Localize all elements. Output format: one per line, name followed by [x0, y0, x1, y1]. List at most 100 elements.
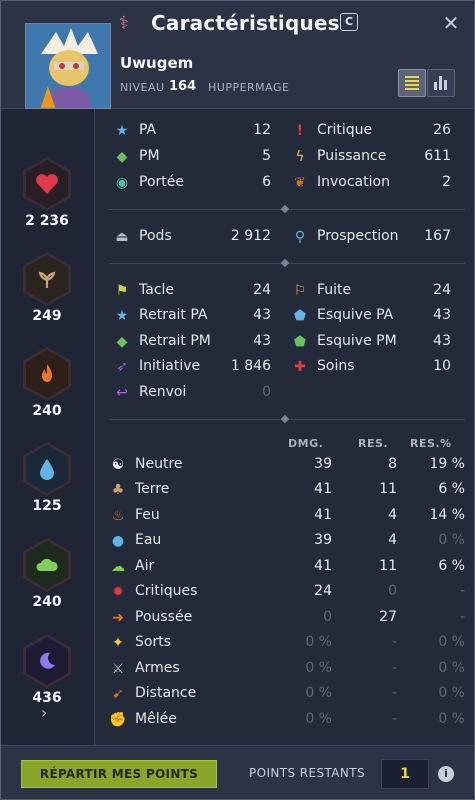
exclamation-icon: ! — [296, 123, 304, 139]
table-row: ➹ Distance 0 % - 0 % — [109, 684, 465, 706]
stat-row: ! Critique 26 — [291, 121, 451, 143]
lightning-icon: ϟ — [295, 149, 305, 165]
reflect-icon: ↩ — [116, 385, 128, 401]
heal-cross-icon: ✚ — [294, 359, 306, 375]
cloud-icon: ☁ — [111, 559, 125, 575]
footer-bar: RÉPARTIR MES POINTS POINTS RESTANTS 1 i — [1, 745, 474, 799]
fist-icon: ✊ — [109, 712, 127, 728]
divider — [109, 414, 465, 424]
sword-icon: ⚔ — [111, 661, 125, 677]
flame-icon: ♨ — [111, 508, 125, 524]
table-row: ☯ Neutre 39 8 19 % — [109, 455, 465, 477]
stat-row: ◆ PM 5 — [113, 147, 271, 169]
weight-icon: ⏏ — [115, 229, 129, 245]
heart-icon — [36, 174, 58, 194]
stat-row: ❦ Invocation 2 — [291, 173, 451, 195]
stats-panel: ★ PA 12 ◆ PM 5 ◉ Portée 6 ! Critique 26 … — [97, 109, 474, 745]
points-remaining-label: POINTS RESTANTS — [249, 766, 366, 780]
stat-row: ⚲ Prospection 167 — [291, 227, 451, 249]
element-value: 125 — [32, 498, 62, 514]
divider — [109, 258, 465, 268]
table-row: ♨ Feu 41 4 14 % — [109, 506, 465, 528]
level-label: NIVEAU — [120, 81, 165, 94]
stat-row: ✚ Soins 10 — [291, 357, 451, 379]
stat-row: ◆ Retrait PM 43 — [113, 332, 271, 354]
element-water[interactable]: 125 — [23, 442, 73, 514]
list-lines-icon — [405, 76, 419, 90]
moon-icon — [40, 652, 55, 669]
stat-row: ➶ Initiative 1 846 — [113, 357, 271, 379]
sprout-icon: ♣ — [111, 482, 125, 498]
element-value: 2 236 — [25, 213, 69, 229]
stat-row: ⚐ Fuite 24 — [291, 281, 451, 303]
divider — [109, 204, 465, 214]
table-row: ⚔ Armes 0 % - 0 % — [109, 659, 465, 681]
element-chance[interactable]: 436 — [23, 634, 73, 706]
arrow-right-icon: ➜ — [112, 610, 124, 626]
table-row: ✊ Mêlée 0 % - 0 % — [109, 711, 465, 728]
column-header-dmg: DMG. — [288, 437, 324, 450]
magnifier-icon: ⚲ — [294, 229, 306, 245]
table-row: ➜ Poussée 0 27 - — [109, 608, 465, 630]
sparkle-icon: ✦ — [112, 635, 124, 651]
eye-icon: ◉ — [115, 175, 129, 191]
points-remaining-value: 1 — [381, 759, 429, 789]
flame-icon — [42, 364, 52, 382]
distribute-points-button[interactable]: RÉPARTIR MES POINTS — [21, 760, 217, 788]
characteristics-icon: ⚕ — [119, 13, 129, 34]
table-row: ✦ Sorts 0 % - 0 % — [109, 633, 465, 655]
droplet-icon — [40, 459, 54, 480]
element-vitality[interactable]: 2 236 — [23, 157, 73, 229]
star-icon: ★ — [115, 123, 129, 139]
stat-row: ★ PA 12 — [113, 121, 271, 143]
stat-row: ⏏ Pods 2 912 — [113, 227, 271, 249]
close-icon[interactable]: ✕ — [441, 11, 461, 35]
table-row: ♣ Terre 41 11 6 % — [109, 480, 465, 502]
table-row: ✹ Critiques 24 0 - — [109, 582, 465, 604]
ap-reduction-icon: ★ — [115, 308, 129, 324]
stat-row: ★ Retrait PA 43 — [113, 306, 271, 328]
column-header-res-pct: RES.% — [410, 437, 452, 450]
ap-parry-icon: ⬟ — [293, 308, 307, 324]
stat-row: ⬟ Esquive PA 43 — [291, 306, 451, 328]
level-value: 164 — [169, 79, 197, 94]
stat-row: ⚑ Tacle 24 — [113, 281, 271, 303]
info-icon[interactable]: i — [438, 766, 454, 782]
shortcut-key-badge: C — [340, 13, 358, 31]
element-sidebar: 2 236 249 240 125 240 436 › — [1, 109, 95, 745]
table-row: ● Eau 39 4 0 % — [109, 531, 465, 553]
element-fire[interactable]: 240 — [23, 347, 73, 419]
diamond-icon: ◆ — [116, 149, 128, 165]
window-title: Caractéristiques — [151, 11, 340, 35]
stat-row: ⬟ Esquive PM 43 — [291, 332, 451, 354]
class-name: HUPPERMAGE — [208, 81, 290, 94]
paw-icon: ❦ — [294, 175, 306, 191]
element-value: 240 — [32, 403, 62, 419]
initiative-icon: ➶ — [116, 359, 128, 375]
character-name: Uwugem — [120, 54, 194, 72]
mp-parry-icon: ⬟ — [293, 334, 307, 350]
list-view-button[interactable] — [398, 69, 426, 97]
element-value: 240 — [32, 594, 62, 610]
chevron-right-icon[interactable]: › — [41, 703, 47, 722]
mp-reduction-icon: ◆ — [116, 334, 128, 350]
stat-row: ◉ Portée 6 — [113, 173, 271, 195]
crit-damage-icon: ✹ — [112, 584, 124, 600]
tackle-icon: ⚑ — [115, 283, 129, 299]
bar-chart-icon — [434, 76, 447, 90]
cloud-icon — [36, 558, 58, 571]
characteristics-window: ⚕ Caractéristiques C ✕ Uwugem NIVEAU 164… — [0, 0, 475, 800]
element-value: 249 — [32, 308, 62, 324]
bow-icon: ➹ — [112, 686, 124, 702]
sprout-icon — [38, 271, 56, 288]
column-header-res: RES. — [358, 437, 389, 450]
element-air[interactable]: 240 — [23, 538, 73, 610]
stat-row: ↩ Renvoi 0 — [113, 383, 271, 405]
yin-yang-icon: ☯ — [111, 457, 125, 473]
table-row: ☁ Air 41 11 6 % — [111, 558, 465, 575]
dodge-icon: ⚐ — [293, 283, 307, 299]
stat-row: ϟ Puissance 611 — [291, 147, 451, 169]
element-wisdom[interactable]: 249 — [23, 252, 73, 324]
droplet-icon: ● — [111, 533, 125, 549]
chart-view-button[interactable] — [427, 69, 455, 97]
